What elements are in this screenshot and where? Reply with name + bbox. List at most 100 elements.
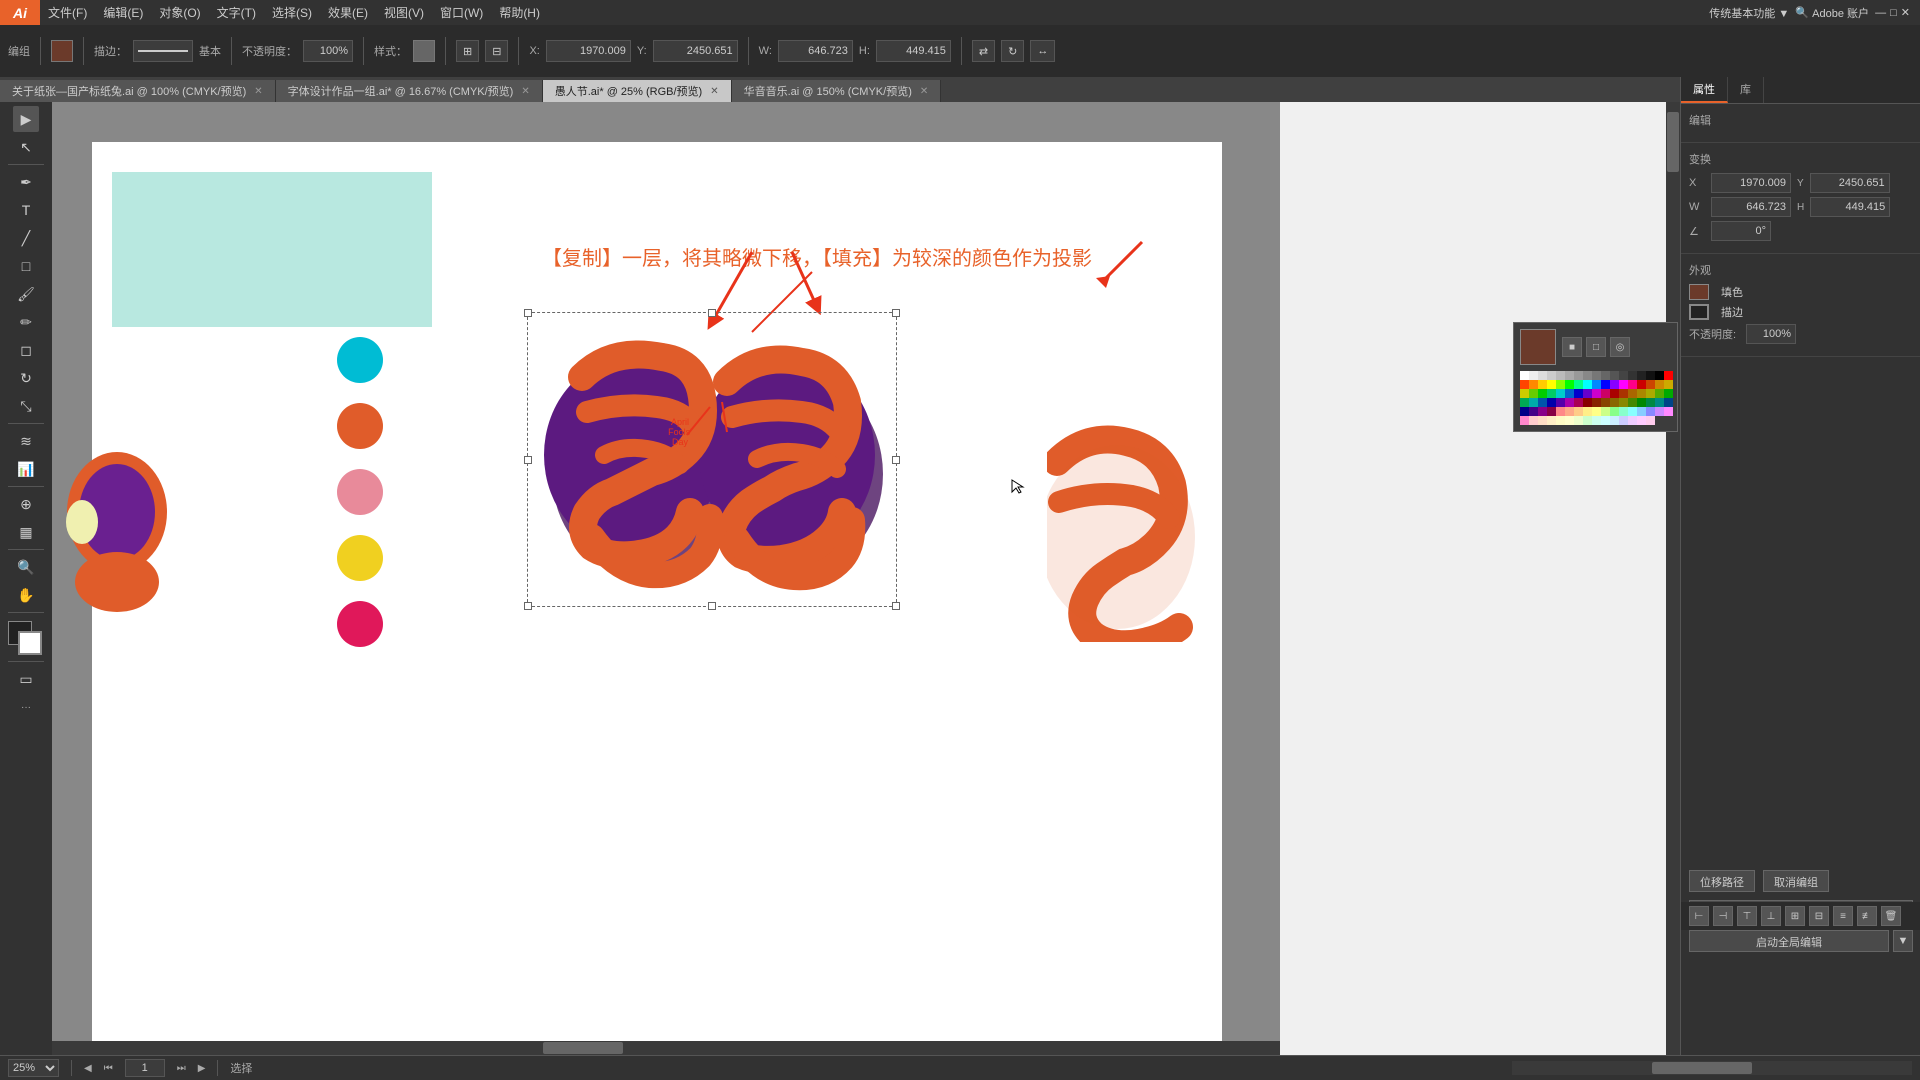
handle-bl[interactable]: [524, 602, 532, 610]
tool-extra[interactable]: ···: [21, 702, 31, 713]
tab-1[interactable]: 字体设计作品一组.ai* @ 16.67% (CMYK/预览) ✕: [276, 80, 543, 102]
color-cell[interactable]: [1655, 407, 1664, 416]
color-cell[interactable]: [1646, 371, 1655, 380]
color-cell[interactable]: [1583, 389, 1592, 398]
color-cell[interactable]: [1538, 380, 1547, 389]
palette-main-swatch[interactable]: [1520, 329, 1556, 365]
flip-btn[interactable]: ↔: [1030, 40, 1055, 62]
x-field-r[interactable]: [1711, 173, 1791, 193]
tool-type[interactable]: T: [13, 197, 39, 223]
page-input[interactable]: [125, 1059, 165, 1077]
color-cell[interactable]: [1520, 398, 1529, 407]
tool-eraser[interactable]: ◻: [13, 337, 39, 363]
tab-2-close[interactable]: ✕: [710, 86, 718, 97]
menu-view[interactable]: 视图(V): [376, 0, 432, 25]
tool-change-screen[interactable]: ▭: [13, 666, 39, 692]
color-cell[interactable]: [1520, 371, 1529, 380]
distribute-h-icon[interactable]: ≡: [1833, 906, 1853, 926]
color-cell[interactable]: [1646, 398, 1655, 407]
palette-icon-2[interactable]: □: [1586, 337, 1606, 357]
color-cell[interactable]: [1529, 371, 1538, 380]
distribute-btn[interactable]: ⊟: [485, 40, 508, 62]
color-cell[interactable]: [1628, 407, 1637, 416]
menu-object[interactable]: 对象(O): [151, 0, 208, 25]
color-cell[interactable]: [1529, 416, 1538, 425]
menu-help[interactable]: 帮助(H): [491, 0, 548, 25]
menu-edit[interactable]: 编辑(E): [95, 0, 151, 25]
right-tab-library[interactable]: 库: [1728, 77, 1764, 103]
stroke-preview[interactable]: [133, 40, 193, 62]
trash-icon[interactable]: 🗑: [1881, 906, 1901, 926]
rotate-btn[interactable]: ↻: [1001, 40, 1024, 62]
adobe-account[interactable]: Adobe 账户: [1812, 5, 1869, 21]
tool-hand[interactable]: ✋: [13, 582, 39, 608]
tool-pencil[interactable]: ✏: [13, 309, 39, 335]
tool-select[interactable]: ▶: [13, 106, 39, 132]
color-cell[interactable]: [1601, 371, 1610, 380]
color-cell[interactable]: [1619, 380, 1628, 389]
tool-rotate[interactable]: ↻: [13, 365, 39, 391]
color-cell[interactable]: [1565, 371, 1574, 380]
color-cell[interactable]: [1637, 416, 1646, 425]
color-cell[interactable]: [1655, 380, 1664, 389]
y-field-r[interactable]: [1810, 173, 1890, 193]
color-cell[interactable]: [1601, 380, 1610, 389]
tool-rect[interactable]: □: [13, 253, 39, 279]
color-cell[interactable]: [1592, 371, 1601, 380]
color-cell[interactable]: [1601, 398, 1610, 407]
color-cell[interactable]: [1538, 371, 1547, 380]
color-cell[interactable]: [1646, 407, 1655, 416]
align-center-h-icon[interactable]: ⊣: [1713, 906, 1733, 926]
color-cell[interactable]: [1520, 380, 1529, 389]
color-cell[interactable]: [1574, 371, 1583, 380]
h-input[interactable]: [876, 40, 951, 62]
color-cell[interactable]: [1664, 398, 1673, 407]
h-scroll-thumb-status[interactable]: [1652, 1062, 1752, 1074]
color-cell[interactable]: [1655, 371, 1664, 380]
vertical-scrollbar[interactable]: [1666, 102, 1680, 1080]
color-cell[interactable]: [1574, 416, 1583, 425]
color-cell[interactable]: [1547, 389, 1556, 398]
page-prev-btn[interactable]: ◀: [84, 1063, 92, 1074]
right-tab-properties[interactable]: 属性: [1681, 77, 1728, 103]
handle-bm[interactable]: [708, 602, 716, 610]
color-cell[interactable]: [1664, 380, 1673, 389]
move-path-btn[interactable]: 位移路径: [1689, 870, 1755, 892]
align-center-v-icon[interactable]: ⊞: [1785, 906, 1805, 926]
color-cell[interactable]: [1574, 407, 1583, 416]
angle-field-r[interactable]: [1711, 221, 1771, 241]
handle-br[interactable]: [892, 602, 900, 610]
color-cell[interactable]: [1610, 380, 1619, 389]
color-cell[interactable]: [1556, 389, 1565, 398]
align-btn[interactable]: ⊞: [456, 40, 479, 62]
h-field-r[interactable]: [1810, 197, 1890, 217]
page-last-btn[interactable]: ⏭: [177, 1063, 186, 1074]
tab-3[interactable]: 华音音乐.ai @ 150% (CMYK/预览) ✕: [732, 80, 942, 102]
align-right-icon[interactable]: ⊤: [1737, 906, 1757, 926]
color-cell[interactable]: [1529, 389, 1538, 398]
tool-scale[interactable]: ⤡: [13, 393, 39, 419]
color-cell[interactable]: [1592, 407, 1601, 416]
menu-type[interactable]: 文字(T): [209, 0, 264, 25]
color-cell[interactable]: [1646, 416, 1655, 425]
y-input[interactable]: [653, 40, 738, 62]
color-cell[interactable]: [1556, 416, 1565, 425]
distribute-v-icon[interactable]: ≢: [1857, 906, 1877, 926]
color-cell[interactable]: [1547, 416, 1556, 425]
color-cell[interactable]: [1646, 380, 1655, 389]
zoom-select[interactable]: 25% 50% 100% 150% 200%: [8, 1059, 59, 1077]
opacity-field-r[interactable]: [1746, 324, 1796, 344]
h-scrollbar-thumb[interactable]: [543, 1042, 623, 1054]
color-cell[interactable]: [1592, 389, 1601, 398]
color-cell[interactable]: [1538, 416, 1547, 425]
color-cell[interactable]: [1583, 416, 1592, 425]
menu-file[interactable]: 文件(F): [40, 0, 95, 25]
color-cell[interactable]: [1619, 389, 1628, 398]
search-icon[interactable]: 🔍: [1795, 6, 1809, 19]
color-cell[interactable]: [1628, 416, 1637, 425]
page-first-btn[interactable]: ⏮: [104, 1063, 113, 1074]
w-input[interactable]: [778, 40, 853, 62]
color-cell[interactable]: [1646, 389, 1655, 398]
menu-window[interactable]: 窗口(W): [432, 0, 491, 25]
color-cell[interactable]: [1547, 371, 1556, 380]
